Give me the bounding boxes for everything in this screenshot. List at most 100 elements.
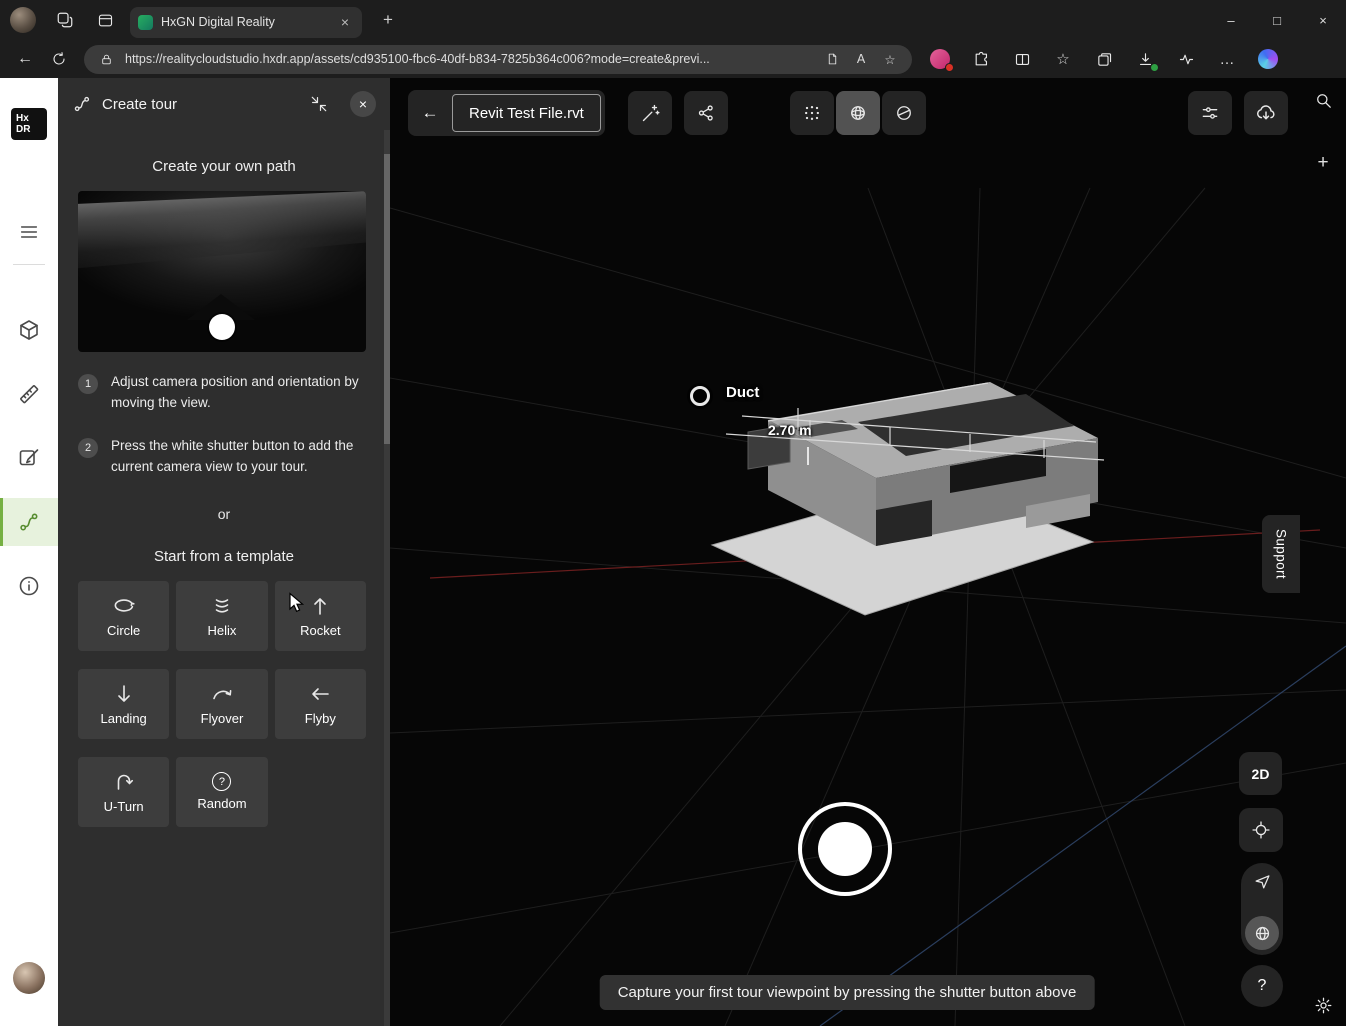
globe-icon [1253, 924, 1272, 943]
browser-tab[interactable]: HxGN Digital Reality × [130, 7, 362, 38]
shutter-button[interactable] [798, 802, 892, 896]
split-screen-icon[interactable] [1010, 47, 1034, 71]
share-button[interactable] [684, 91, 728, 135]
sidebar-item-assets[interactable] [0, 306, 58, 354]
edge-settings-gear-icon[interactable] [1312, 994, 1334, 1016]
cube-icon [17, 318, 41, 342]
window-close-button[interactable]: × [1300, 0, 1346, 40]
globe-button[interactable] [1245, 916, 1279, 950]
site-lock-icon[interactable] [96, 49, 116, 69]
edge-add-icon[interactable]: + [1312, 152, 1334, 174]
tour-preview-thumbnail [78, 191, 366, 352]
browser-toolbar: ☆ … [928, 47, 1280, 71]
favorites-icon[interactable]: ☆ [1051, 47, 1075, 71]
workspaces-icon[interactable] [54, 9, 76, 31]
browser-essentials-icon[interactable] [1174, 47, 1198, 71]
measurement-tick [807, 447, 809, 465]
template-heading: Start from a template [58, 548, 390, 565]
step-number: 1 [78, 374, 98, 394]
shutter-core [818, 822, 872, 876]
browser-chrome: HxGN Digital Reality × + – □ × ← https:/… [0, 0, 1346, 78]
sphere-slice-icon [894, 103, 914, 123]
template-flyover-button[interactable]: Flyover [176, 669, 267, 739]
url-text: https://realitycloudstudio.hxdr.app/asse… [125, 52, 813, 66]
downloads-icon[interactable] [1133, 47, 1157, 71]
support-tab[interactable]: Support [1262, 515, 1300, 593]
collections-icon[interactable] [1092, 47, 1116, 71]
navigation-pill [1241, 863, 1283, 955]
template-rocket-button[interactable]: Rocket [275, 581, 366, 651]
extensions-icon[interactable] [969, 47, 993, 71]
close-panel-icon[interactable]: × [350, 91, 376, 117]
arrow-down-icon [112, 682, 136, 706]
profile-icon[interactable] [928, 47, 952, 71]
markup-icon [17, 446, 41, 470]
menu-button[interactable] [0, 208, 58, 256]
template-helix-button[interactable]: Helix [176, 581, 267, 651]
page-actions-icon[interactable] [822, 49, 842, 69]
template-landing-button[interactable]: Landing [78, 669, 169, 739]
crosshair-icon [1251, 820, 1271, 840]
panel-title: Create tour [102, 96, 296, 113]
sidebar-item-tour[interactable] [0, 498, 58, 546]
tab-actions-icon[interactable] [94, 9, 116, 31]
more-menu-icon[interactable]: … [1215, 47, 1239, 71]
collapse-panel-icon[interactable] [306, 91, 332, 117]
point-cloud-view-button[interactable] [790, 91, 834, 135]
hxdr-logo[interactable]: Hx DR [11, 108, 47, 140]
pano-view-button[interactable] [882, 91, 926, 135]
paper-plane-icon [1253, 872, 1272, 891]
path-heading: Create your own path [58, 158, 390, 175]
file-name-label[interactable]: Revit Test File.rvt [452, 94, 601, 132]
new-tab-button[interactable]: + [376, 10, 400, 30]
question-circle-icon: ? [212, 772, 231, 791]
help-button[interactable]: ? [1241, 965, 1283, 1007]
sidebar-item-info[interactable] [0, 562, 58, 610]
mode-2d-button[interactable]: 2D [1239, 752, 1282, 795]
share-icon [696, 103, 716, 123]
window-maximize-button[interactable]: □ [1254, 0, 1300, 40]
cloud-download-icon [1255, 102, 1277, 124]
locate-button[interactable] [1239, 808, 1283, 852]
template-random-button[interactable]: ? Random [176, 757, 267, 827]
mesh-view-button[interactable] [836, 91, 880, 135]
step-text: Press the white shutter button to add th… [111, 436, 368, 478]
tour-icon [17, 510, 41, 534]
duct-annotation-label: Duct [726, 384, 759, 401]
navigate-button[interactable] [1253, 872, 1272, 896]
tab-close-icon[interactable]: × [336, 14, 354, 30]
template-circle-button[interactable]: Circle [78, 581, 169, 651]
browser-back-button[interactable]: ← [8, 44, 42, 74]
browser-profile-avatar[interactable] [10, 7, 36, 33]
tour-icon [72, 94, 92, 114]
viewport-3d[interactable]: ← Revit Test File.rvt [390, 78, 1346, 1026]
step-text: Adjust camera position and orientation b… [111, 372, 368, 414]
template-flyby-button[interactable]: Flyby [275, 669, 366, 739]
copilot-icon[interactable] [1256, 47, 1280, 71]
read-aloud-icon[interactable]: A [851, 49, 871, 69]
revit-model [712, 382, 1104, 615]
window-minimize-button[interactable]: – [1208, 0, 1254, 40]
duct-annotation-marker[interactable] [690, 386, 710, 406]
view-settings-button[interactable] [1188, 91, 1232, 135]
address-bar[interactable]: https://realitycloudstudio.hxdr.app/asse… [84, 45, 912, 74]
edge-search-icon[interactable] [1312, 89, 1334, 111]
point-cloud-icon [802, 103, 822, 123]
template-uturn-button[interactable]: U-Turn [78, 757, 169, 827]
browser-refresh-button[interactable] [42, 44, 76, 74]
download-button[interactable] [1244, 91, 1288, 135]
sidebar-item-measure[interactable] [0, 370, 58, 418]
screen: HxGN Digital Reality × + – □ × ← https:/… [0, 0, 1346, 1026]
arrow-up-icon [308, 594, 332, 618]
tab-strip: HxGN Digital Reality × + – □ × [0, 0, 1346, 40]
user-avatar[interactable] [13, 962, 45, 994]
viewport-back-button[interactable]: ← [408, 90, 452, 136]
measurement-label: 2.70 m [768, 422, 812, 438]
sidebar-item-markup[interactable] [0, 434, 58, 482]
favorite-star-icon[interactable]: ☆ [880, 49, 900, 69]
helix-icon [210, 594, 234, 618]
sliders-icon [1200, 103, 1220, 123]
info-icon [17, 574, 41, 598]
magic-wand-button[interactable] [628, 91, 672, 135]
circle-path-icon [112, 594, 136, 618]
